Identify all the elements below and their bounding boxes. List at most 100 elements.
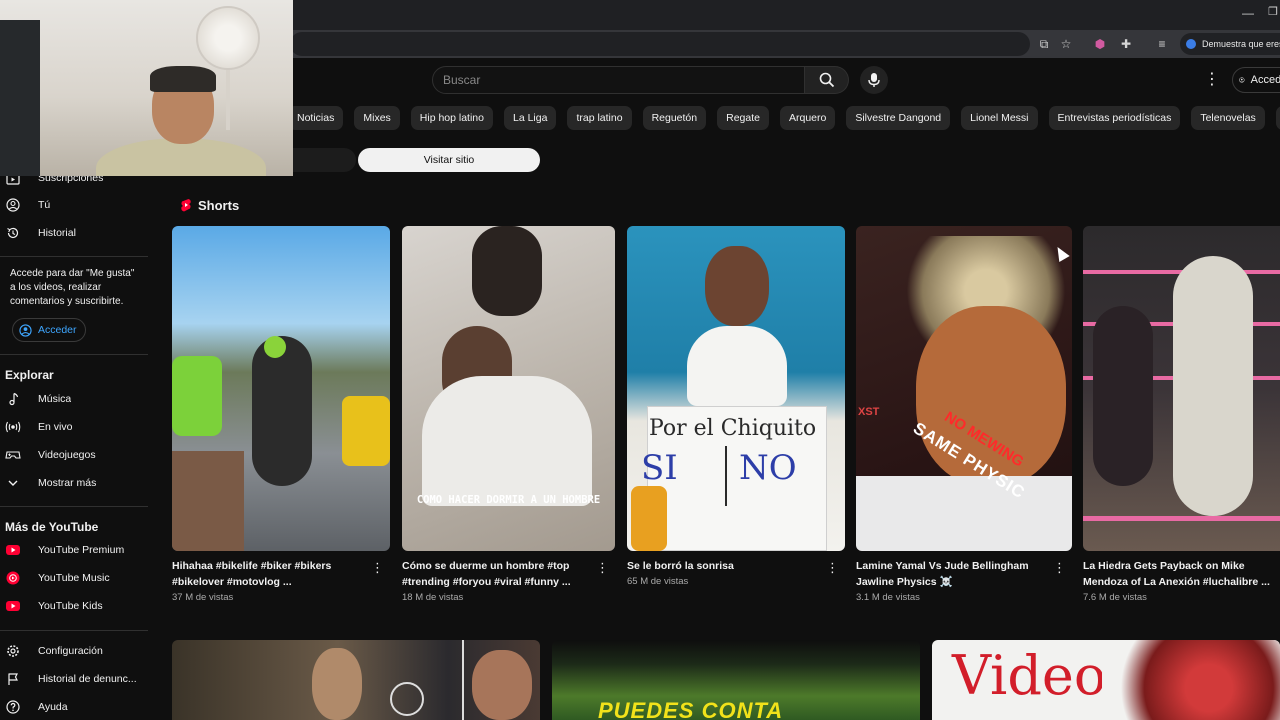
short-thumbnail[interactable]: XST SAME PHYSIC NO MEWING <box>856 226 1072 551</box>
chip[interactable]: Arquero <box>779 106 836 130</box>
profile-label: Demuestra que eres <box>1202 39 1280 49</box>
chip[interactable]: trap latino <box>567 106 632 130</box>
history-icon <box>7 227 19 239</box>
short-thumbnail[interactable]: COMO HACER DORMIR A UN HOMBRE <box>402 226 615 551</box>
youtube-music-icon <box>6 571 20 585</box>
facecam-inset <box>172 451 244 551</box>
more-options-icon[interactable]: ⋮ <box>826 560 839 576</box>
search-input[interactable]: Buscar <box>432 66 805 94</box>
signin-button[interactable]: Acceder <box>1232 67 1280 93</box>
wrestler-opponent <box>1093 306 1153 486</box>
thumbnail-text: PUEDES CONTA <box>598 698 784 720</box>
signin-note: Accede para dar "Me gusta" a los videos,… <box>10 268 135 307</box>
chip[interactable]: Lionel Messi <box>961 106 1038 130</box>
address-bar[interactable] <box>290 32 1030 56</box>
shorts-title: Shorts <box>198 197 240 213</box>
sidebar-signin-label: Acceder <box>38 324 77 336</box>
sidebar-item-you[interactable]: Tú <box>0 193 150 217</box>
sidebar-item-gaming[interactable]: Videojuegos <box>0 443 150 467</box>
sidebar-item-label: Configuración <box>38 645 103 657</box>
chip[interactable]: Telenovelas <box>1191 106 1265 130</box>
short-overlay-caption: COMO HACER DORMIR A UN HOMBRE <box>416 494 601 506</box>
maximize-icon[interactable]: ❐ <box>1268 5 1278 18</box>
gear-icon <box>7 645 19 657</box>
chip[interactable]: Música regional mexicana <box>1275 106 1280 130</box>
sidebar-signin-button[interactable]: Acceder <box>12 318 86 342</box>
short-thumbnail[interactable] <box>172 226 390 551</box>
sidebar-divider <box>0 506 148 507</box>
extension-shield-icon[interactable]: ⬢ <box>1092 36 1108 52</box>
chip[interactable]: Mixes <box>354 106 400 130</box>
minimize-icon[interactable]: — <box>1242 6 1254 20</box>
circle-badge <box>390 682 424 716</box>
short-card[interactable]: COMO HACER DORMIR A UN HOMBRE Cómo se du… <box>402 226 615 616</box>
face <box>916 306 1066 486</box>
sidebar-item-help[interactable]: Ayuda <box>0 695 150 719</box>
more-options-icon[interactable]: ⋮ <box>371 560 384 576</box>
sidebar-item-youtube-music[interactable]: YouTube Music <box>0 566 150 590</box>
sidebar-item-label: Música <box>38 393 72 405</box>
ad-pill-left <box>290 148 356 172</box>
man-shirt <box>422 376 592 506</box>
green-car <box>172 356 222 436</box>
short-views: 7.6 M de vistas <box>1083 592 1147 603</box>
sign-divider <box>725 446 727 506</box>
sidebar-item-youtube-kids[interactable]: YouTube Kids <box>0 594 150 618</box>
help-icon <box>6 700 20 714</box>
short-card[interactable]: Hihahaa #bikelife #biker #bikers #bikelo… <box>172 226 390 616</box>
short-card[interactable]: Por el Chiquito SI NO Se le borró la son… <box>627 226 845 616</box>
live-icon <box>5 421 21 433</box>
chip[interactable]: Regate <box>717 106 769 130</box>
short-title[interactable]: Cómo se duerme un hombre #top #trending … <box>402 558 598 590</box>
sidebar-item-live[interactable]: En vivo <box>0 415 150 439</box>
thumbnail-graphic <box>1102 640 1280 720</box>
voice-search-button[interactable] <box>860 66 888 94</box>
video-thumbnail[interactable]: Video <box>932 640 1280 720</box>
profile-chip[interactable]: Demuestra que eres <box>1180 33 1280 55</box>
sidebar-item-show-more[interactable]: Mostrar más <box>0 471 150 495</box>
video-thumbnail[interactable]: PUEDES CONTA <box>552 640 920 720</box>
short-views: 18 M de vistas <box>402 592 464 603</box>
short-views: 3.1 M de vistas <box>856 592 920 603</box>
short-views: 65 M de vistas <box>627 576 689 587</box>
yellow-bike <box>342 396 390 466</box>
short-card[interactable]: La Hiedra Gets Payback on Mike Mendoza o… <box>1083 226 1280 616</box>
more-options-icon[interactable]: ⋮ <box>596 560 609 576</box>
sign-text-no: NO <box>739 448 797 488</box>
more-from-youtube-heading: Más de YouTube <box>5 520 99 534</box>
short-title[interactable]: La Hiedra Gets Payback on Mike Mendoza o… <box>1083 558 1273 590</box>
sidebar-item-report-history[interactable]: Historial de denunc... <box>0 667 150 691</box>
settings-menu-icon[interactable]: ⋮ <box>1204 70 1220 90</box>
chip[interactable]: Silvestre Dangond <box>846 106 951 130</box>
chip[interactable]: La Liga <box>504 106 557 130</box>
video-thumbnail[interactable] <box>172 640 540 720</box>
short-tag-text: XST <box>858 406 880 418</box>
more-options-icon[interactable]: ⋮ <box>1053 560 1066 576</box>
search-button[interactable] <box>805 66 849 94</box>
short-title[interactable]: Se le borró la sonrisa <box>627 558 823 574</box>
explore-heading: Explorar <box>5 368 54 382</box>
visit-site-button[interactable]: Visitar sitio <box>358 148 540 172</box>
sidebar-item-label: YouTube Premium <box>38 544 125 556</box>
sidebar-item-history[interactable]: Historial <box>0 221 150 245</box>
flag-icon <box>8 673 18 685</box>
chip[interactable]: Hip hop latino <box>410 106 493 130</box>
chip[interactable]: Noticias <box>288 106 344 130</box>
chip[interactable]: Reguetón <box>642 106 707 130</box>
short-title[interactable]: Hihahaa #bikelife #biker #bikers #bikelo… <box>172 558 368 590</box>
sidebar-divider <box>0 630 148 631</box>
install-app-icon[interactable]: ⧉ <box>1036 36 1052 52</box>
wrestler <box>1173 256 1253 516</box>
short-thumbnail[interactable]: Por el Chiquito SI NO <box>627 226 845 551</box>
short-thumbnail[interactable] <box>1083 226 1280 551</box>
bookmark-star-icon[interactable]: ☆ <box>1058 36 1074 52</box>
sidebar-item-youtube-premium[interactable]: YouTube Premium <box>0 538 150 562</box>
sidebar-item-settings[interactable]: Configuración <box>0 639 150 663</box>
sidebar-item-music[interactable]: Música <box>0 387 150 411</box>
short-card[interactable]: XST SAME PHYSIC NO MEWING Lamine Yamal V… <box>856 226 1072 616</box>
chip[interactable]: Entrevistas periodísticas <box>1048 106 1181 130</box>
extensions-puzzle-icon[interactable]: ✚ <box>1118 36 1134 52</box>
reading-list-icon[interactable]: ≡ <box>1154 36 1170 52</box>
short-title[interactable]: Lamine Yamal Vs Jude Bellingham Jawline … <box>856 558 1052 590</box>
sign-text-yes: SI <box>641 448 678 488</box>
